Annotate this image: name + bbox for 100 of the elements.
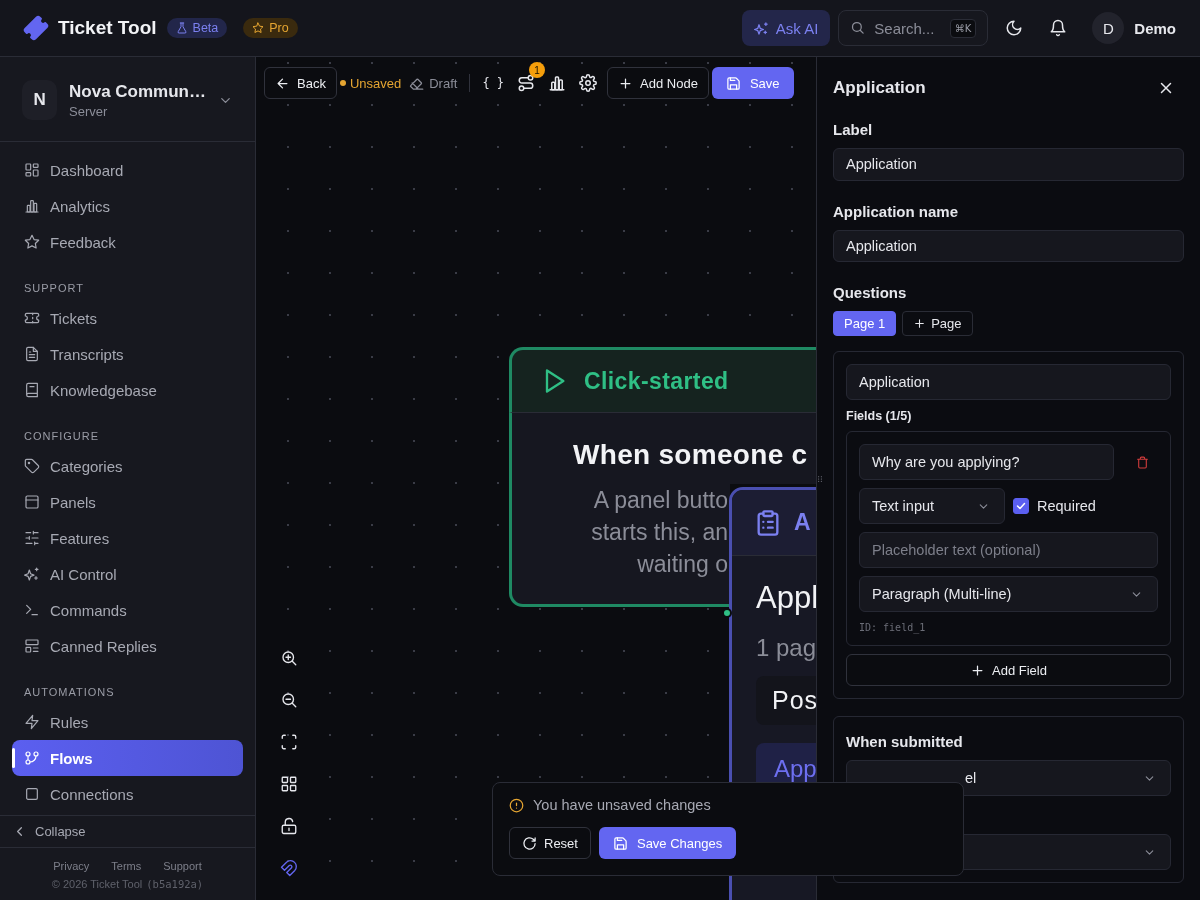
- trash-icon: [1135, 455, 1149, 469]
- workspace-avatar: N: [22, 80, 58, 120]
- warning-icon: [509, 797, 524, 813]
- text-field[interactable]: Application: [833, 148, 1184, 181]
- grid-icon: [24, 162, 40, 178]
- nav-item[interactable]: Features: [12, 520, 243, 556]
- draft-toggle[interactable]: Draft: [404, 67, 463, 99]
- type-select[interactable]: Text input: [859, 488, 1005, 524]
- flask-icon: [175, 22, 188, 34]
- select-value: el: [965, 770, 977, 786]
- footer-link[interactable]: Terms: [111, 860, 142, 872]
- save-changes-button[interactable]: Save Changes: [598, 827, 737, 859]
- nav-item[interactable]: Knowledgebase: [12, 372, 243, 408]
- section-label: CONFIGURE: [23, 429, 100, 444]
- magnet-icon[interactable]: [280, 859, 298, 877]
- bell-icon: [1049, 19, 1068, 37]
- node-heading: Appl: [756, 580, 816, 616]
- search-icon: [850, 20, 866, 35]
- star-icon: [24, 234, 40, 250]
- nav-item[interactable]: Feedback: [12, 224, 243, 260]
- nav-item[interactable]: AI Control: [12, 556, 243, 592]
- trigger-node-header[interactable]: Click-started: [509, 347, 816, 413]
- reset-icon: [522, 835, 537, 851]
- zoom-out-icon[interactable]: [280, 691, 298, 709]
- text-field[interactable]: Application: [833, 229, 1184, 262]
- connection-handle[interactable]: [722, 608, 732, 618]
- nav-item[interactable]: Dashboard: [12, 152, 243, 188]
- fit-view-icon[interactable]: [280, 733, 298, 751]
- ask-ai-button[interactable]: Ask AI: [741, 10, 831, 46]
- variables-button[interactable]: { }: [477, 67, 510, 99]
- user-name[interactable]: Demo: [1134, 19, 1176, 37]
- check-icon: [1015, 500, 1027, 512]
- nav-item[interactable]: Transcripts: [12, 336, 243, 372]
- back-button[interactable]: Back: [264, 67, 337, 99]
- plus-icon: [913, 317, 927, 330]
- nav-item[interactable]: Flows: [12, 740, 243, 776]
- reset-button[interactable]: Reset: [509, 827, 591, 859]
- workspace-switcher[interactable]: N Nova Commun… Server: [0, 69, 255, 142]
- app-name: Ticket Tool: [58, 17, 157, 39]
- unlock-icon[interactable]: [280, 817, 298, 835]
- panel-title: Application: [833, 78, 926, 99]
- lightning-icon: [24, 714, 40, 730]
- save-icon: [612, 835, 628, 851]
- nav-item[interactable]: Analytics: [12, 188, 243, 224]
- workspace-name: Nova Commun…: [69, 81, 206, 102]
- nav-item[interactable]: Panels: [12, 484, 243, 520]
- page-title-field[interactable]: Application: [846, 364, 1171, 400]
- save-button[interactable]: Save: [711, 67, 794, 99]
- sparkle-icon: [753, 20, 769, 36]
- badge: Beta: [166, 18, 228, 38]
- eraser-icon: [409, 75, 425, 91]
- section-label: SUPPORT: [23, 281, 85, 296]
- book-icon: [24, 382, 40, 398]
- zoom-in-icon[interactable]: [280, 649, 298, 667]
- trigger-node-body[interactable]: A panel butto starts this, an waiting o: [509, 484, 730, 607]
- bar-chart-icon: [548, 74, 567, 92]
- fields-count: Fields (1/5): [846, 409, 913, 423]
- save-status: Unsaved: [339, 75, 402, 91]
- branch-icon: [24, 750, 40, 766]
- field-id: ID: field_1: [859, 622, 927, 633]
- save-icon: [725, 75, 741, 91]
- node-meta: 1 pag: [756, 634, 816, 662]
- nav-item[interactable]: Rules: [12, 704, 243, 740]
- question-field[interactable]: Why are you applying?: [859, 444, 1114, 480]
- square-icon: [24, 786, 40, 802]
- add-node-button[interactable]: Add Node: [607, 67, 709, 99]
- add-page-button[interactable]: Page: [902, 311, 973, 336]
- badge: Pro: [243, 18, 298, 38]
- placeholder-field[interactable]: Placeholder text (optional): [859, 532, 1158, 568]
- add-field-button[interactable]: Add Field: [846, 654, 1171, 686]
- collapse-button[interactable]: Collapse: [0, 815, 255, 848]
- footer-link[interactable]: Privacy: [53, 860, 90, 872]
- grid-icon[interactable]: [280, 775, 298, 793]
- style-select[interactable]: Paragraph (Multi-line): [859, 576, 1158, 612]
- plus-icon: [970, 662, 986, 678]
- footer-link[interactable]: Support: [163, 860, 202, 872]
- tag-icon: [24, 458, 40, 474]
- sliders-icon: [24, 530, 40, 546]
- node-title: A: [794, 509, 811, 536]
- moon-icon: [1005, 19, 1024, 37]
- copyright-text: © 2026 Ticket Tool: [51, 878, 143, 890]
- count-badge: 1: [529, 62, 546, 78]
- document-icon: [24, 346, 40, 362]
- section-label: AUTOMATIONS: [23, 685, 116, 700]
- required-checkbox[interactable]: Required: [1013, 498, 1096, 514]
- field-label: Label: [833, 121, 874, 139]
- nav-item[interactable]: Commands: [12, 592, 243, 628]
- card-title: When submitted: [846, 733, 964, 750]
- bar-chart-icon: [24, 198, 40, 214]
- nav-item[interactable]: Categories: [12, 448, 243, 484]
- star-icon: [252, 22, 265, 34]
- nav-item[interactable]: Tickets: [12, 300, 243, 336]
- shortcut-hint: ⌘K: [949, 19, 977, 38]
- node-description: waiting o: [637, 550, 728, 579]
- route-icon: [517, 74, 536, 92]
- nav-item[interactable]: Connections: [12, 776, 243, 812]
- nav-item[interactable]: Canned Replies: [12, 628, 243, 664]
- page-tab[interactable]: Page 1: [833, 311, 897, 336]
- user-avatar[interactable]: D: [1092, 12, 1125, 44]
- sparkle-icon: [24, 566, 40, 582]
